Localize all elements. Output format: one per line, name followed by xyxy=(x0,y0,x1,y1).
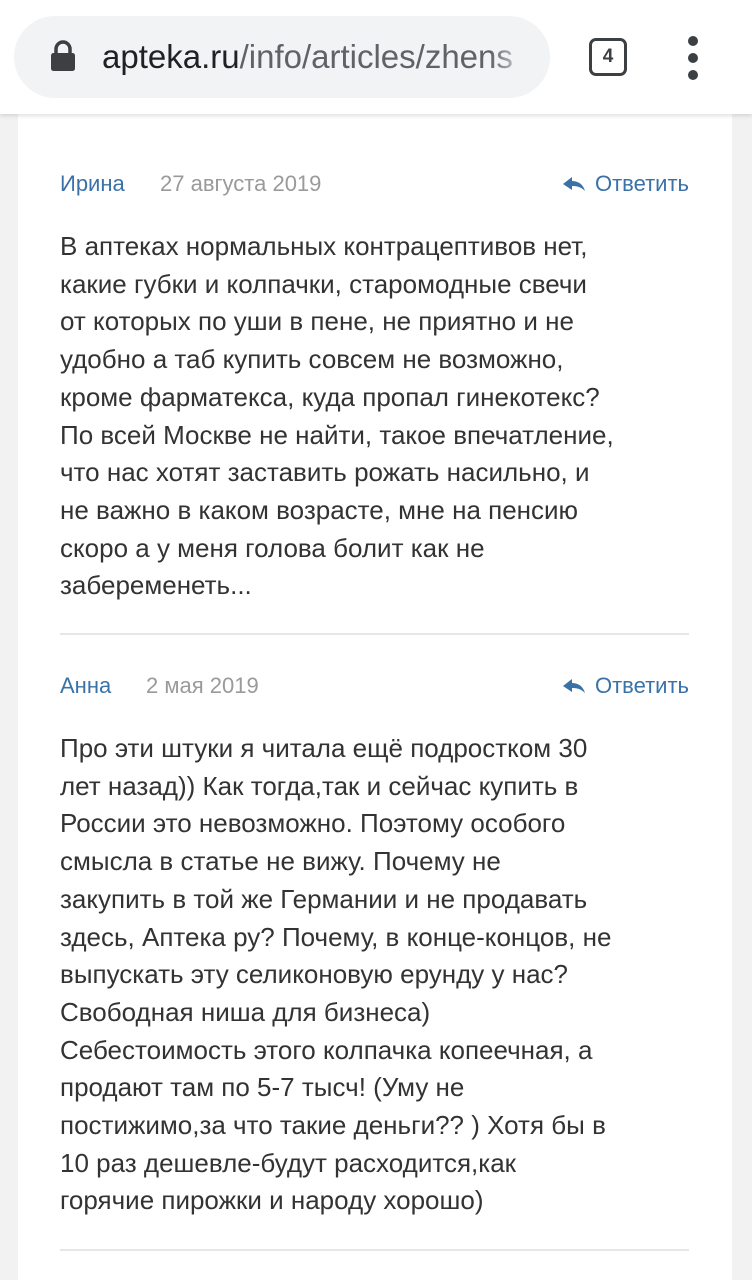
reply-label: Ответить xyxy=(594,171,689,196)
comment-divider xyxy=(60,1249,689,1251)
reply-button[interactable]: Ответить xyxy=(562,164,689,204)
comment-line: Себестоимость этого колпачка копеечная, … xyxy=(60,1034,593,1065)
comment-line: выпускать эту селиконовую ерунду у нас? xyxy=(60,959,569,990)
comment-line: здесь, Аптека ру? Почему, в конце-концов… xyxy=(60,921,612,952)
comment-line: В аптеках нормальных контрацептивов нет, xyxy=(60,231,588,261)
comment-line: По всей Москве не найти, такое впечатлен… xyxy=(60,419,614,450)
comment-line: смысла в статье не вижу. Почему не xyxy=(60,846,501,877)
browser-toolbar: apteka.ru/info/articles/zhens 4 xyxy=(0,0,752,114)
comment-line: кроме фарматекса, куда пропал гинекотекс… xyxy=(60,381,600,412)
comment-author[interactable]: Анна xyxy=(60,666,111,706)
reply-arrow-icon xyxy=(562,679,585,693)
reply-button[interactable]: Ответить xyxy=(562,666,689,706)
comment-header: Ирина 27 августа 2019 Ответить xyxy=(60,164,689,204)
comment-line: лет назад)) Как тогда,так и сейчас купит… xyxy=(60,770,579,801)
reply-label: Ответить xyxy=(594,673,689,698)
comment-line: не важно в каком возрасте, мне на пенсию xyxy=(60,494,579,525)
comment-line: России это невозможно. Поэтому особого xyxy=(60,808,566,839)
comment-text: Про эти штуки я читала ещё подростком 30… xyxy=(60,730,689,1220)
reply-arrow-icon xyxy=(562,177,585,191)
comment-line: скоро а у меня голова болит как не xyxy=(60,532,485,563)
comment-date: 2 мая 2019 xyxy=(146,673,259,698)
tab-switcher-button[interactable]: 4 xyxy=(589,38,627,76)
comment-line: Про эти штуки я читала ещё подростком 30 xyxy=(60,733,588,763)
comment-line: что нас хотят заставить рожать насильно,… xyxy=(60,457,590,488)
comment-line: удобно а таб купить совсем не возможно, xyxy=(60,344,564,375)
comment-line: забеременеть... xyxy=(60,570,252,601)
comment-line: от которых по уши в пене, не приятно и н… xyxy=(60,306,574,337)
comment-line: горячие пирожки и народу хорошо) xyxy=(60,1185,484,1216)
comment-line: какие губки и колпачки, старомодные свеч… xyxy=(60,268,587,299)
comment-line: Свободная ниша для бизнеса) xyxy=(60,996,431,1027)
comment-author[interactable]: Ирина xyxy=(60,164,125,204)
comment: Ирина 27 августа 2019 Ответить В аптеках… xyxy=(60,164,689,605)
lock-icon xyxy=(51,40,75,71)
comment: Анна 2 мая 2019 Ответить Про эти штуки я… xyxy=(60,666,689,1220)
url-text[interactable]: apteka.ru/info/articles/zhens xyxy=(102,34,530,80)
more-menu-icon[interactable] xyxy=(676,36,710,80)
comment-text: В аптеках нормальных контрацептивов нет,… xyxy=(60,228,689,605)
comment-divider xyxy=(60,633,689,635)
comment-line: закупить в той же Германии и не продават… xyxy=(60,883,588,914)
url-domain: apteka.ru xyxy=(102,38,240,75)
url-path: /info/articles/zhens xyxy=(239,38,513,75)
comment-header: Анна 2 мая 2019 Ответить xyxy=(60,666,689,706)
comment-line: постижимо,за что такие деньги?? ) Хотя б… xyxy=(60,1110,606,1141)
comment-line: 10 раз дешевле-будут расходится,как xyxy=(60,1147,517,1178)
comment-line: продают там по 5-7 тысч! (Уму не xyxy=(60,1072,465,1103)
comment-date: 27 августа 2019 xyxy=(160,171,322,196)
url-fade xyxy=(490,30,530,80)
